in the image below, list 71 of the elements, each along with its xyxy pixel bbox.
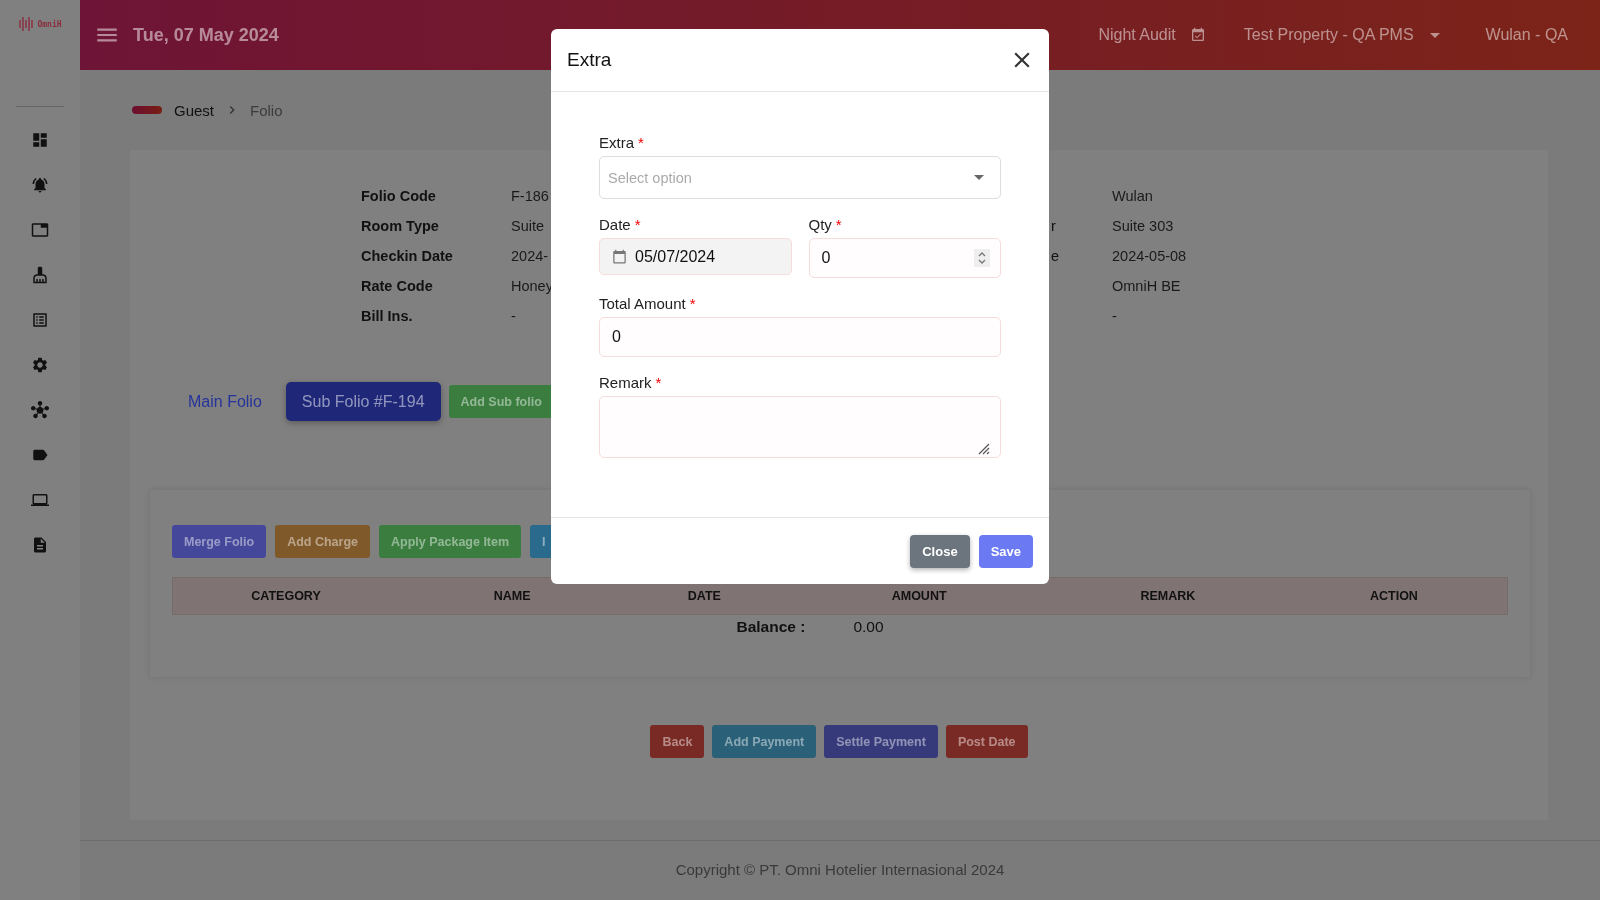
select-field[interactable]: Select option (599, 156, 1001, 199)
folio-tab[interactable]: Main Folio (172, 385, 278, 418)
column-header: REMARK (1140, 589, 1196, 603)
window-icon[interactable] (31, 220, 49, 239)
balance-value: 0.00 (853, 618, 884, 636)
info-value: OmniH BE (1112, 278, 1181, 296)
logo-icon (18, 16, 35, 32)
save-button[interactable]: Save (978, 534, 1033, 568)
action-button[interactable]: Apply Package Item (379, 525, 522, 558)
caret-icon[interactable] (1429, 32, 1440, 38)
resize-grip-icon[interactable] (976, 441, 990, 455)
info-value: 2024-05-08 (1112, 248, 1187, 266)
remark-field[interactable] (599, 396, 1001, 458)
brand-name: OmniH (37, 19, 62, 29)
footer-button[interactable]: Settle Payment (824, 725, 938, 758)
info-value: Suite 303 (1112, 218, 1174, 236)
calendar-icon (612, 249, 627, 264)
column-header: ACTION (1369, 589, 1418, 603)
user-menu[interactable]: Wulan - QA (1485, 26, 1568, 44)
info-label: Bill Ins. (361, 308, 413, 326)
add-sub-folio-button[interactable]: Add Sub folio (448, 385, 554, 418)
dialog-title: Extra (567, 49, 612, 71)
footer-button[interactable]: Back (650, 725, 705, 758)
folio-tab[interactable]: Sub Folio #F-194 (285, 382, 441, 421)
close-button[interactable]: Close (910, 534, 970, 568)
info-value: 2024- (511, 248, 549, 266)
field-label: Remark * (599, 374, 662, 391)
field-label: Date * (599, 216, 641, 233)
info-value: Honey (511, 278, 553, 296)
breadcrumb-item[interactable]: Folio (250, 101, 283, 119)
spinner-icon[interactable] (974, 249, 990, 267)
network-icon[interactable] (31, 400, 49, 419)
info-label: Room Type (361, 218, 439, 236)
info-label: e (1051, 248, 1060, 266)
property-selector[interactable]: Test Property - QA PMS (1243, 26, 1414, 44)
balance-label: Balance : (736, 618, 806, 636)
footer-button[interactable]: Add Payment (712, 725, 817, 758)
field-label: Total Amount * (599, 295, 696, 312)
column-header: AMOUNT (891, 589, 947, 603)
calendar-check-icon[interactable] (1189, 27, 1206, 43)
input-field[interactable]: 0 (599, 317, 1001, 357)
info-value: Suite (511, 218, 545, 236)
footer-button[interactable]: Post Date (945, 725, 1028, 758)
column-header: NAME (493, 589, 531, 603)
settings-icon[interactable] (31, 355, 49, 374)
info-value: Wulan (1112, 188, 1153, 206)
info-label: r (1051, 218, 1056, 236)
field-label: Extra * (599, 134, 644, 151)
action-button[interactable]: Merge Folio (172, 525, 267, 558)
night-audit-link[interactable]: Night Audit (1098, 26, 1176, 44)
input-field[interactable]: 0 (808, 238, 1001, 278)
column-header: DATE (687, 589, 721, 603)
dashboard-icon[interactable] (31, 130, 49, 149)
current-date: Tue, 07 May 2024 (133, 24, 279, 46)
info-label: Rate Code (361, 278, 433, 296)
action-button[interactable]: Add Charge (275, 525, 370, 558)
info-label: Folio Code (361, 188, 436, 206)
copyright-text: Copyright © PT. Omni Hotelier Internasional 2024 (675, 861, 1005, 878)
list-icon[interactable] (31, 310, 49, 329)
info-value: - (1112, 308, 1117, 326)
breadcrumb-item[interactable]: Guest (174, 101, 215, 119)
info-value: F-186 (511, 188, 549, 206)
info-label: Checkin Date (361, 248, 453, 266)
caret-icon[interactable] (974, 175, 984, 180)
column-header: CATEGORY (251, 589, 321, 603)
field-label: Qty * (808, 216, 842, 233)
info-value: - (511, 308, 516, 326)
document-icon[interactable] (31, 535, 49, 554)
broom-icon[interactable] (31, 265, 49, 284)
breadcrumb-marker (132, 106, 162, 114)
bell-icon[interactable] (31, 175, 49, 194)
